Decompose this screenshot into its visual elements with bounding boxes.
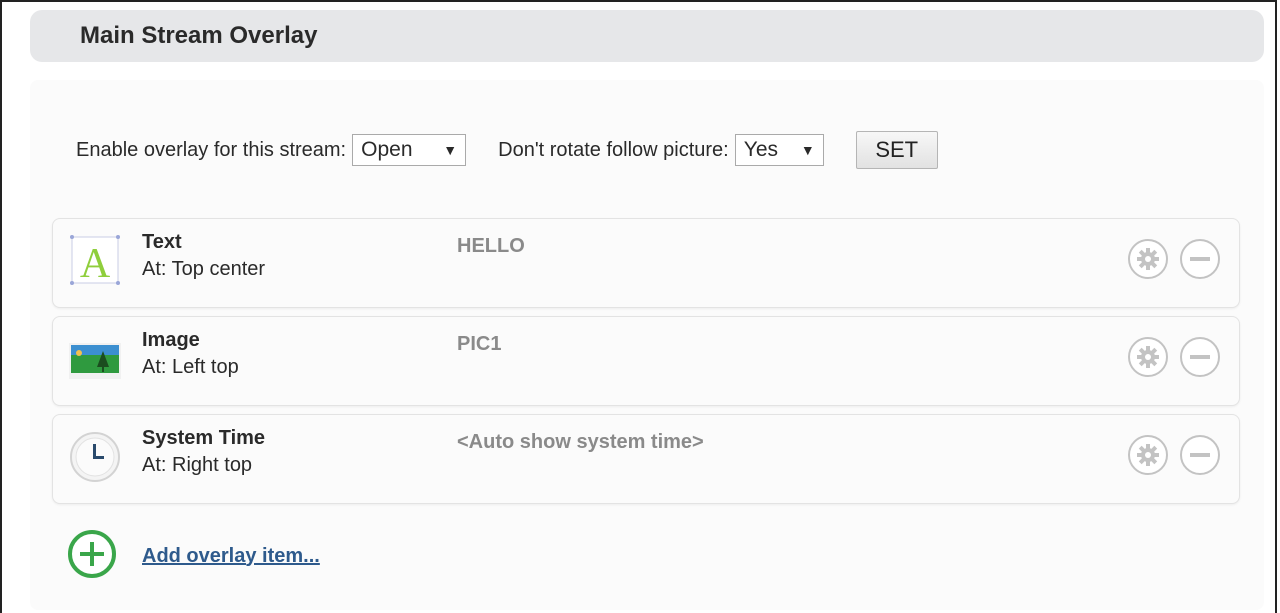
overlay-item-image[interactable]: Image At: Left top PIC1 bbox=[52, 316, 1240, 406]
item-content-label: HELLO bbox=[457, 235, 525, 257]
gear-icon[interactable] bbox=[1127, 434, 1169, 476]
text-icon: A bbox=[67, 231, 123, 289]
dropdown-arrow-icon: ▼ bbox=[443, 142, 458, 158]
section-header: Main Stream Overlay bbox=[30, 10, 1264, 62]
item-position-label: At: Left top bbox=[142, 356, 239, 378]
rotate-follow-select[interactable]: Yes ▼ bbox=[734, 134, 824, 166]
item-type-label: System Time bbox=[142, 427, 266, 449]
remove-icon[interactable] bbox=[1179, 238, 1221, 280]
page-title: Main Stream Overlay bbox=[80, 22, 318, 49]
enable-overlay-select[interactable]: Open ▼ bbox=[352, 134, 467, 166]
remove-icon[interactable] bbox=[1179, 336, 1221, 378]
remove-icon[interactable] bbox=[1179, 434, 1221, 476]
enable-overlay-label: Enable overlay for this stream: bbox=[76, 138, 347, 161]
add-icon[interactable] bbox=[66, 528, 118, 585]
rotate-follow-label: Don't rotate follow picture: bbox=[498, 138, 729, 161]
svg-text:A: A bbox=[80, 241, 111, 287]
item-position-label: At: Top center bbox=[142, 258, 266, 280]
set-button[interactable]: SET bbox=[855, 131, 938, 169]
add-overlay-row: Add overlay item... bbox=[66, 529, 320, 580]
gear-icon[interactable] bbox=[1127, 336, 1169, 378]
dropdown-arrow-icon: ▼ bbox=[800, 142, 815, 158]
clock-icon bbox=[67, 427, 123, 485]
item-type-label: Text bbox=[142, 231, 182, 253]
item-content-label: <Auto show system time> bbox=[457, 431, 704, 453]
rotate-follow-value: Yes bbox=[743, 138, 778, 161]
overlay-item-text[interactable]: A Text At: Top center HELLO bbox=[52, 218, 1240, 308]
enable-overlay-value: Open bbox=[361, 138, 413, 161]
image-icon bbox=[67, 329, 123, 387]
item-type-label: Image bbox=[142, 329, 200, 351]
overlay-item-system-time[interactable]: System Time At: Right top <Auto show sys… bbox=[52, 414, 1240, 504]
gear-icon[interactable] bbox=[1127, 238, 1169, 280]
item-content-label: PIC1 bbox=[457, 333, 502, 355]
item-position-label: At: Right top bbox=[142, 454, 253, 476]
overlay-settings-row: Enable overlay for this stream: Open ▼ D… bbox=[76, 131, 938, 169]
add-overlay-item-link[interactable]: Add overlay item... bbox=[142, 545, 320, 568]
